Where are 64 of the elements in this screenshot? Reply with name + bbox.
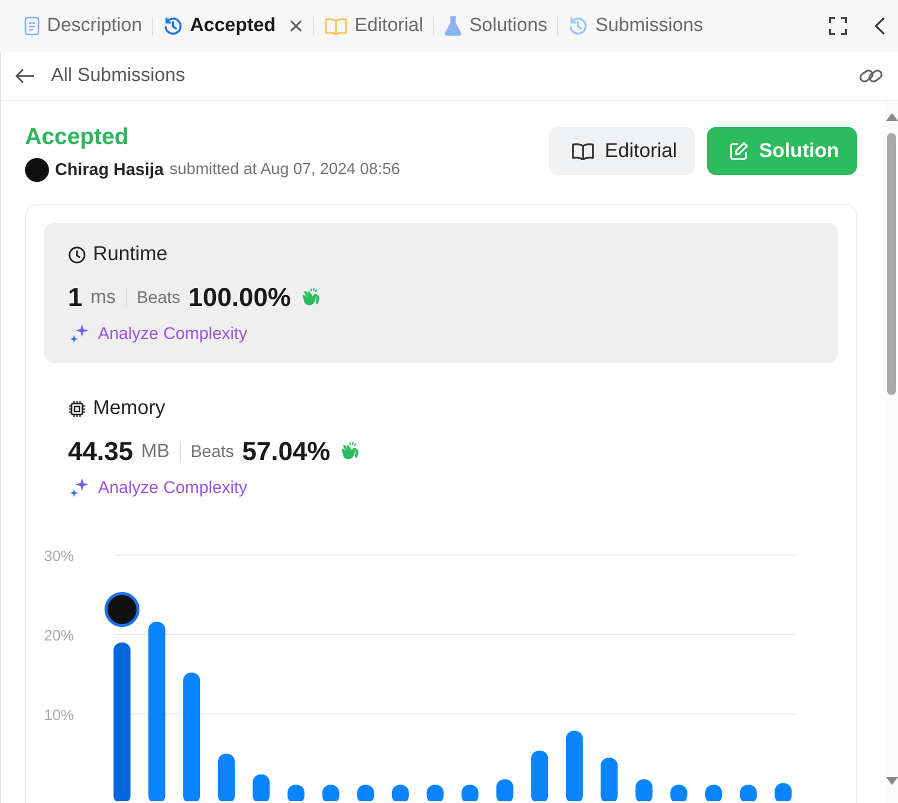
analyze-complexity-link[interactable]: Analyze Complexity	[68, 477, 814, 499]
metric-unit: MB	[141, 440, 170, 462]
bar[interactable]	[426, 784, 444, 801]
bar[interactable]	[218, 754, 235, 801]
all-submissions-link[interactable]: All Submissions	[51, 65, 186, 87]
chevron-left-icon[interactable]	[874, 16, 886, 36]
bar[interactable]	[566, 730, 583, 801]
solution-button[interactable]: Solution	[707, 127, 857, 175]
sparkle-icon	[68, 477, 90, 499]
metric-value: 1	[68, 282, 82, 313]
axis-tick-label: 30%	[44, 548, 74, 565]
bar[interactable]	[288, 784, 304, 801]
tab[interactable]: Submissions	[566, 11, 706, 41]
axis-tick-label: 10%	[44, 707, 74, 724]
clock-icon	[68, 246, 86, 264]
history-icon	[163, 16, 184, 36]
history-icon	[568, 16, 588, 36]
tab[interactable]: Accepted	[161, 11, 305, 41]
bar[interactable]	[183, 672, 200, 801]
flask-icon	[444, 16, 462, 36]
metric-title: Runtime	[93, 243, 168, 266]
tab[interactable]: Description	[22, 11, 144, 41]
scrollbar[interactable]	[885, 101, 898, 803]
beats-percent: 57.04%	[242, 436, 330, 467]
bar[interactable]	[496, 779, 514, 801]
bar[interactable]	[252, 774, 270, 801]
bar[interactable]	[636, 779, 652, 801]
analyze-complexity-link[interactable]: Analyze Complexity	[68, 323, 814, 345]
avatar-marker	[104, 592, 140, 627]
submitted-time: submitted at Aug 07, 2024 08:56	[170, 161, 400, 179]
author-name[interactable]: Chirag Hasija	[55, 160, 164, 180]
bar[interactable]	[705, 784, 722, 801]
back-arrow-icon[interactable]	[15, 68, 35, 84]
editorial-button[interactable]: Editorial	[548, 127, 696, 175]
document-icon	[24, 16, 40, 36]
metric-panel[interactable]: Runtime 1 ms Beats 100.00% Analyze Complexity	[44, 223, 838, 363]
metric-unit: ms	[90, 286, 116, 308]
axis-tick-label: 20%	[44, 628, 74, 644]
bar[interactable]	[774, 783, 792, 801]
avatar-icon	[25, 158, 49, 182]
beats-percent: 100.00%	[188, 282, 291, 313]
sparkle-icon	[68, 323, 90, 345]
close-icon[interactable]	[288, 19, 303, 33]
bar[interactable]	[670, 784, 688, 801]
book-icon	[324, 17, 348, 35]
tab[interactable]: Editorial	[322, 11, 426, 41]
bar[interactable]	[531, 750, 548, 801]
bar[interactable]	[148, 622, 166, 801]
status-text: Accepted	[25, 123, 130, 150]
book-icon	[570, 142, 595, 160]
chip-icon	[68, 400, 86, 418]
bar[interactable]	[357, 784, 374, 801]
bar[interactable]	[392, 784, 409, 801]
bar[interactable]	[600, 758, 618, 801]
metric-value: 44.35	[68, 436, 134, 467]
fullscreen-icon[interactable]	[828, 16, 848, 36]
bar[interactable]	[740, 784, 757, 801]
metric-title: Memory	[93, 397, 166, 420]
bar[interactable]	[462, 784, 478, 801]
edit-icon	[729, 141, 750, 161]
bar[interactable]	[322, 784, 340, 801]
tab[interactable]: Solutions	[442, 11, 550, 41]
beats-label: Beats	[136, 288, 180, 308]
beats-label: Beats	[190, 442, 234, 462]
